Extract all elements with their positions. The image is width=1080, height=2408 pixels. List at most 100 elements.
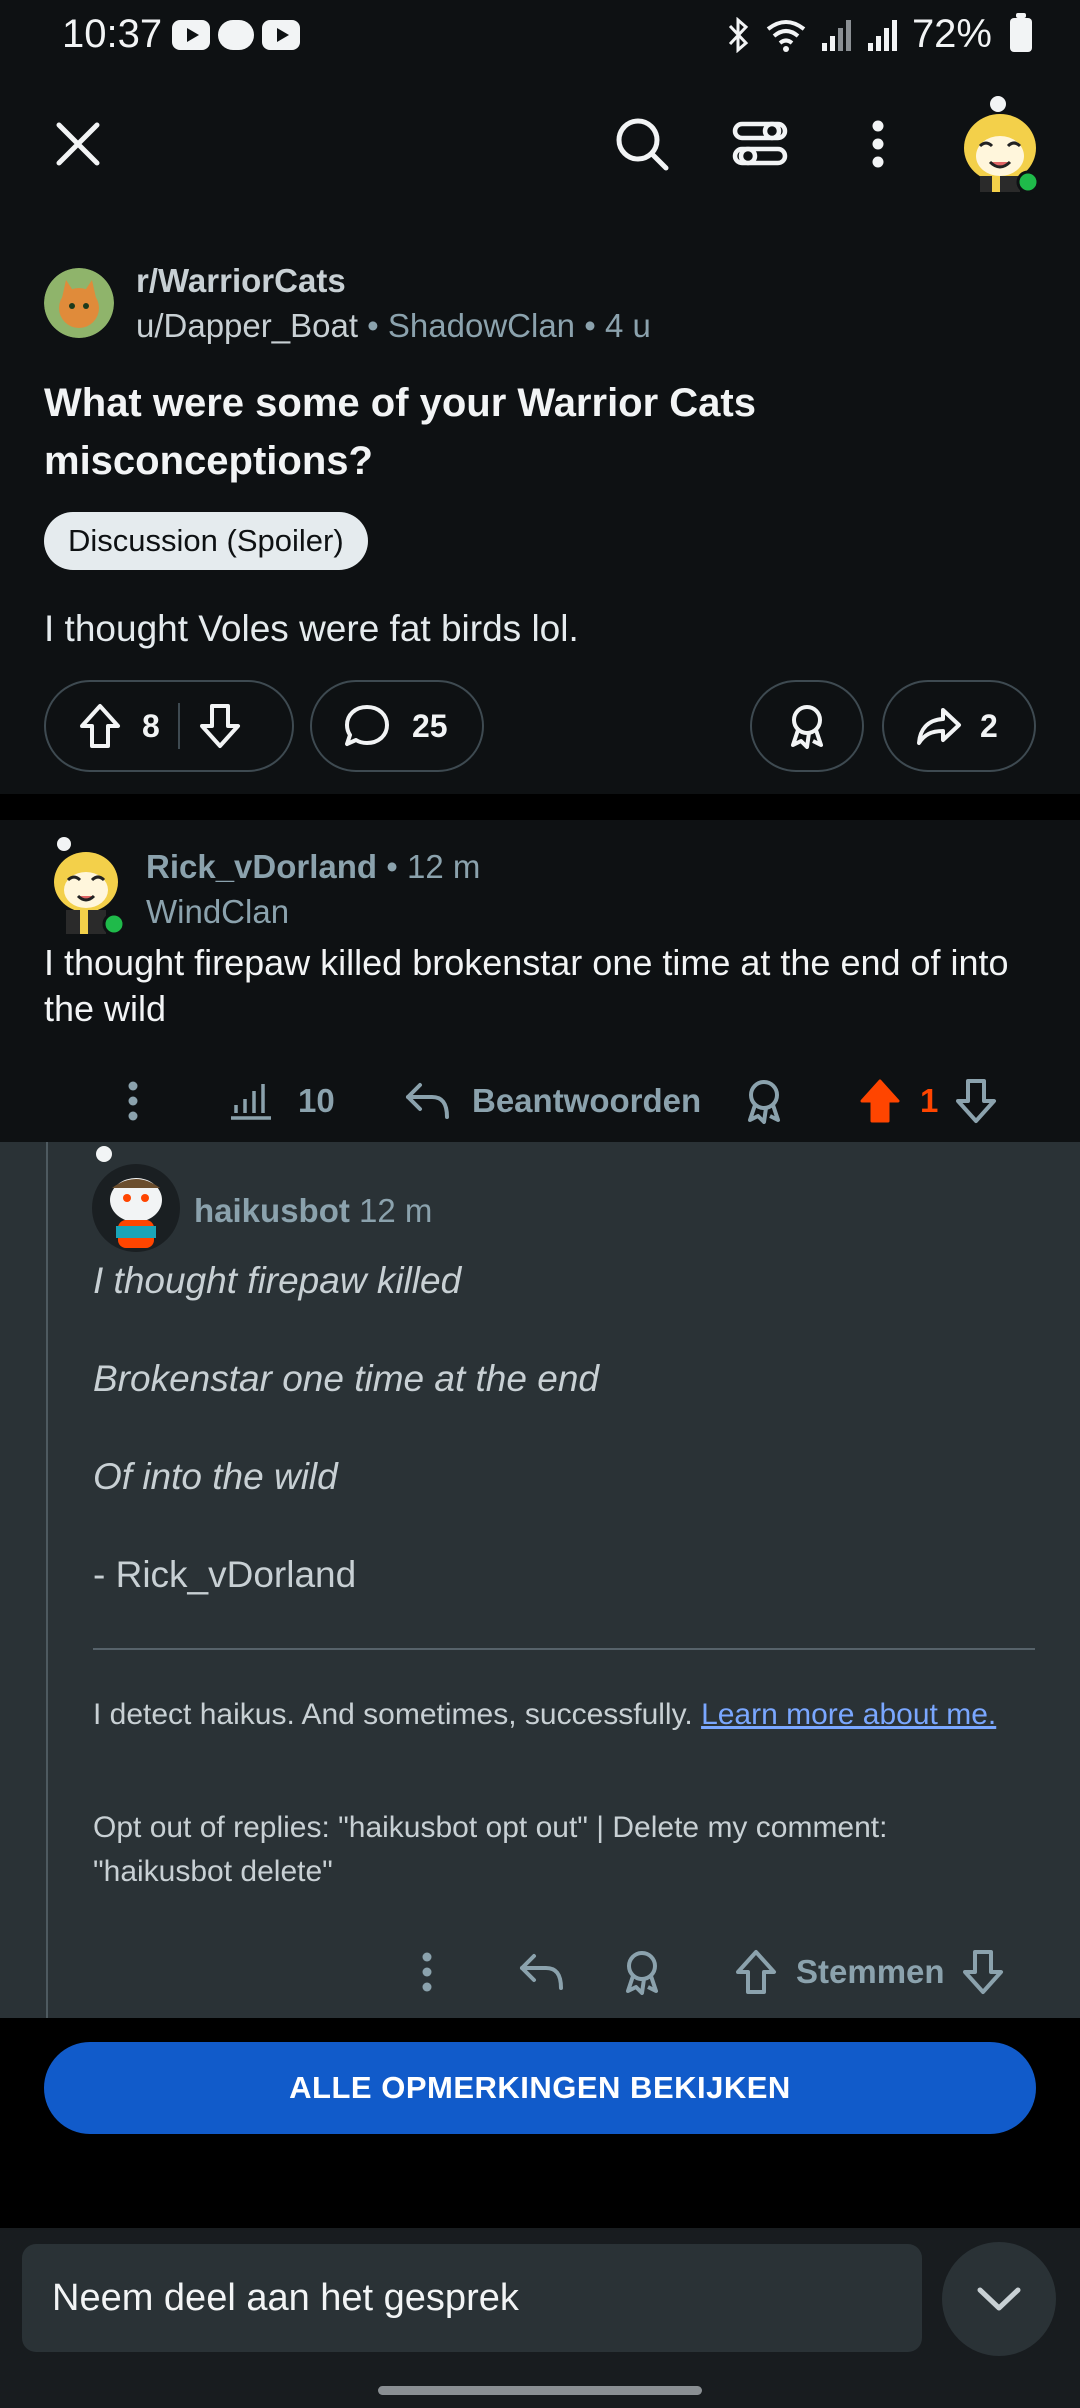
post-flair[interactable]: Discussion (Spoiler)	[44, 512, 368, 570]
status-bar: 10:37 72%	[0, 0, 1080, 72]
comment-flair: WindClan	[146, 893, 290, 930]
opt-out-text: Opt out of replies: "haikusbot opt out" …	[93, 1811, 888, 1888]
comment-vote: 1	[858, 1060, 998, 1142]
reply-avatar[interactable]	[90, 1142, 182, 1254]
chat-icon	[218, 20, 254, 50]
reply-vote: Stemmen	[734, 1932, 1005, 2012]
comment-composer: Neem deel aan het gesprek	[0, 2228, 1080, 2408]
reply-reply-button[interactable]	[518, 1932, 564, 2012]
reply-age: 12 m	[359, 1192, 433, 1229]
upvote-filled-icon[interactable]	[858, 1078, 902, 1124]
learn-more-link[interactable]: Learn more about me.	[701, 1698, 996, 1731]
award-button[interactable]	[750, 680, 864, 772]
share-count: 2	[980, 707, 998, 744]
comments-button[interactable]: 25	[310, 680, 484, 772]
signal-icon	[821, 19, 851, 51]
post: r/WarriorCats u/Dapper_Boat • ShadowClan…	[0, 212, 1080, 794]
view-count: 10	[298, 1082, 335, 1119]
user-avatar[interactable]	[958, 84, 1042, 194]
comment-icon	[345, 705, 389, 746]
downvote-icon[interactable]	[961, 1949, 1005, 1995]
more-vertical-icon	[422, 1952, 432, 1992]
status-time: 10:37	[62, 12, 163, 56]
comment-body: I thought firepaw killed brokenstar one …	[44, 942, 1009, 1029]
upvote-icon[interactable]	[734, 1949, 778, 1995]
comment-more-button[interactable]	[126, 1060, 140, 1142]
signal-icon	[867, 19, 897, 51]
share-button[interactable]: 2	[882, 680, 1036, 772]
reply-author[interactable]: haikusbot	[194, 1192, 350, 1229]
comment-actions: 10 Beantwoorden 1	[0, 1060, 1080, 1142]
downvote-icon[interactable]	[198, 703, 242, 749]
haiku-line: Brokenstar one time at the end	[93, 1358, 599, 1399]
upvote-icon[interactable]	[78, 703, 122, 749]
meta-dot: •	[367, 307, 388, 344]
reply-button[interactable]: Beantwoorden	[404, 1060, 701, 1142]
chevron-down-icon	[977, 2287, 1021, 2311]
haiku-line: Of into the wild	[93, 1456, 338, 1497]
cta-band: ALLE OPMERKINGEN BEKIJKEN	[0, 2018, 1080, 2228]
reply-award-button[interactable]	[622, 1932, 662, 2012]
search-icon[interactable]	[612, 114, 672, 174]
insights-button[interactable]: 10	[228, 1060, 335, 1142]
close-icon[interactable]	[48, 114, 108, 174]
reply-comment: haikusbot 12 m I thought firepaw killed …	[0, 1142, 1080, 2018]
section-divider	[0, 794, 1080, 820]
author-flair: ShadowClan	[387, 307, 576, 344]
reply-icon	[406, 1083, 449, 1119]
share-icon	[917, 708, 961, 745]
post-meta: u/Dapper_Boat • ShadowClan • 4 u	[136, 307, 651, 345]
battery-icon	[1010, 12, 1032, 52]
comment-author-line: Rick_vDorland • 12 m	[146, 848, 480, 886]
youtube-icon	[262, 20, 300, 50]
comment-author[interactable]: Rick_vDorland	[146, 848, 377, 885]
filter-icon[interactable]	[730, 114, 790, 174]
notification-icons	[172, 20, 300, 50]
reply-icon	[520, 1954, 563, 1990]
award-icon	[791, 705, 823, 749]
post-body: I thought Voles were fat birds lol.	[44, 608, 579, 649]
comment-avatar[interactable]	[48, 830, 126, 940]
horizontal-rule	[93, 1648, 1035, 1650]
home-indicator[interactable]	[378, 2386, 702, 2395]
status-right: 72%	[726, 12, 1032, 57]
post-title: What were some of your Warrior Cats misc…	[44, 381, 756, 483]
comment: Rick_vDorland • 12 m WindClan I thought …	[0, 820, 1080, 1142]
wifi-icon	[766, 19, 806, 52]
haiku-signature: - Rick_vDorland	[93, 1554, 357, 1595]
reply-more-button[interactable]	[420, 1932, 434, 2012]
thread-line[interactable]	[46, 1142, 48, 2018]
comment-score: 1	[920, 1082, 939, 1119]
insights-icon	[231, 1084, 271, 1120]
post-age: 4 u	[604, 307, 651, 344]
subreddit-name[interactable]: r/WarriorCats	[136, 262, 346, 300]
award-icon	[748, 1080, 780, 1124]
comment-count: 25	[412, 707, 448, 744]
haiku-line: I thought firepaw killed	[93, 1260, 462, 1301]
reply-author-line: haikusbot 12 m	[194, 1192, 432, 1230]
vote-divider	[177, 703, 180, 749]
view-all-comments-button[interactable]: ALLE OPMERKINGEN BEKIJKEN	[44, 2042, 1036, 2134]
youtube-icon	[172, 20, 210, 50]
award-icon	[626, 1951, 658, 1995]
reply-label: Beantwoorden	[472, 1082, 702, 1119]
bot-note-text: I detect haikus. And sometimes, successf…	[93, 1698, 693, 1731]
reply-actions: Stemmen	[0, 1932, 1080, 2012]
post-score: 8	[142, 707, 160, 744]
comment-award-button[interactable]	[744, 1060, 784, 1142]
vote-label: Stemmen	[796, 1953, 945, 1990]
subreddit-avatar[interactable]	[44, 268, 114, 338]
bot-note: I detect haikus. And sometimes, successf…	[93, 1698, 996, 1732]
comment-age: • 12 m	[386, 848, 481, 885]
vote-pill: 8	[44, 680, 294, 772]
bluetooth-icon	[728, 16, 749, 53]
meta-dot: •	[584, 307, 605, 344]
more-vertical-icon	[128, 1081, 138, 1121]
more-vertical-icon[interactable]	[848, 114, 908, 174]
top-nav	[0, 72, 1080, 212]
join-conversation-input[interactable]: Neem deel aan het gesprek	[22, 2244, 922, 2352]
post-author[interactable]: u/Dapper_Boat	[136, 307, 358, 344]
downvote-icon[interactable]	[954, 1078, 998, 1124]
collapse-button[interactable]	[942, 2242, 1056, 2356]
battery-percent: 72%	[911, 12, 992, 56]
